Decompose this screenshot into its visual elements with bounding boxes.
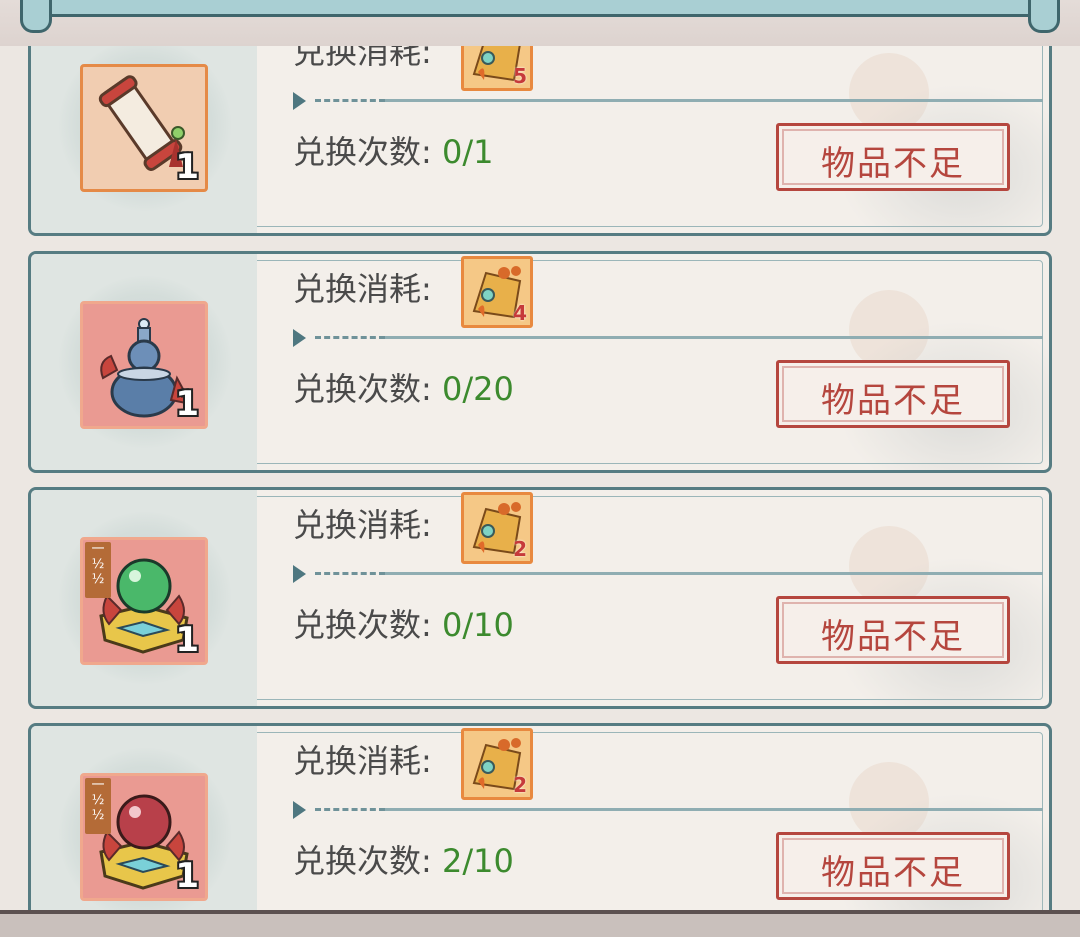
item-quantity: 1: [175, 384, 199, 424]
insufficient-items-button[interactable]: 物品不足: [776, 360, 1010, 428]
gold-token-icon: 5: [461, 46, 533, 91]
exchange-card: 一 ½ ½ 1 兑换消耗: 2 兑换次数: 2/10 物品不足: [28, 723, 1052, 910]
exchange-card: 1 兑换消耗: 4 兑换次数: 0/20 物品不足: [28, 251, 1052, 473]
cost-label: 兑换消耗:: [293, 46, 432, 71]
gourd-vase-icon[interactable]: 1: [80, 301, 208, 429]
red-orb-chest-icon[interactable]: 一 ½ ½ 1: [80, 773, 208, 901]
top-banner: [0, 0, 1080, 46]
top-banner-band: [42, 0, 1038, 17]
count-label: 兑换次数:: [293, 133, 432, 171]
exchange-card: 一 ½ ½ 1 兑换消耗: 2 兑换次数: 0/10 物品不足: [28, 487, 1052, 709]
count-label: 兑换次数:: [293, 370, 432, 408]
top-banner-right-cap: [1028, 0, 1060, 33]
cost-amount: 2: [513, 773, 527, 797]
scroll-icon[interactable]: 1: [80, 64, 208, 192]
exchange-count: 兑换次数: 0/20: [293, 364, 514, 410]
gold-token-icon: 4: [461, 256, 533, 328]
button-label: 物品不足: [821, 381, 965, 421]
exchange-card: 1 兑换消耗: 5 兑换次数: 0/1 物品不足: [28, 46, 1052, 236]
cost-label: 兑换消耗:: [293, 742, 432, 780]
insufficient-items-button[interactable]: 物品不足: [776, 596, 1010, 664]
cost-amount: 5: [513, 64, 527, 88]
arrow-icon: [293, 801, 306, 819]
item-tag: 一 ½ ½: [85, 778, 111, 834]
count-label: 兑换次数:: [293, 842, 432, 880]
item-quantity: 1: [175, 620, 199, 660]
arrow-icon: [293, 329, 306, 347]
item-quantity: 1: [175, 856, 199, 896]
top-banner-left-cap: [20, 0, 52, 33]
insufficient-items-button[interactable]: 物品不足: [776, 123, 1010, 191]
item-tag: 一 ½ ½: [85, 542, 111, 598]
button-label: 物品不足: [821, 853, 965, 893]
insufficient-items-button[interactable]: 物品不足: [776, 832, 1010, 900]
gold-token-icon: 2: [461, 728, 533, 800]
cost-label: 兑换消耗:: [293, 270, 432, 308]
exchange-list[interactable]: 1 兑换消耗: 5 兑换次数: 0/1 物品不足 1 兑换消耗: 4 兑换次数:…: [0, 46, 1080, 910]
arrow-icon: [293, 565, 306, 583]
arrow-icon: [293, 92, 306, 110]
exchange-count: 兑换次数: 0/1: [293, 127, 493, 173]
cost-label: 兑换消耗:: [293, 506, 432, 544]
green-orb-chest-icon[interactable]: 一 ½ ½ 1: [80, 537, 208, 665]
button-label: 物品不足: [821, 617, 965, 657]
button-label: 物品不足: [821, 144, 965, 184]
progress-track: [293, 329, 1043, 347]
progress-track: [293, 801, 1043, 819]
item-quantity: 1: [175, 147, 199, 187]
cost-amount: 2: [513, 537, 527, 561]
count-value: 2/10: [441, 842, 514, 880]
count-value: 0/10: [441, 606, 514, 644]
gold-token-icon: 2: [461, 492, 533, 564]
count-value: 0/20: [441, 370, 514, 408]
count-value: 0/1: [441, 133, 494, 171]
count-label: 兑换次数:: [293, 606, 432, 644]
progress-track: [293, 565, 1043, 583]
exchange-count: 兑换次数: 2/10: [293, 836, 514, 882]
progress-track: [293, 92, 1043, 110]
exchange-count: 兑换次数: 0/10: [293, 600, 514, 646]
cost-amount: 4: [513, 301, 527, 325]
